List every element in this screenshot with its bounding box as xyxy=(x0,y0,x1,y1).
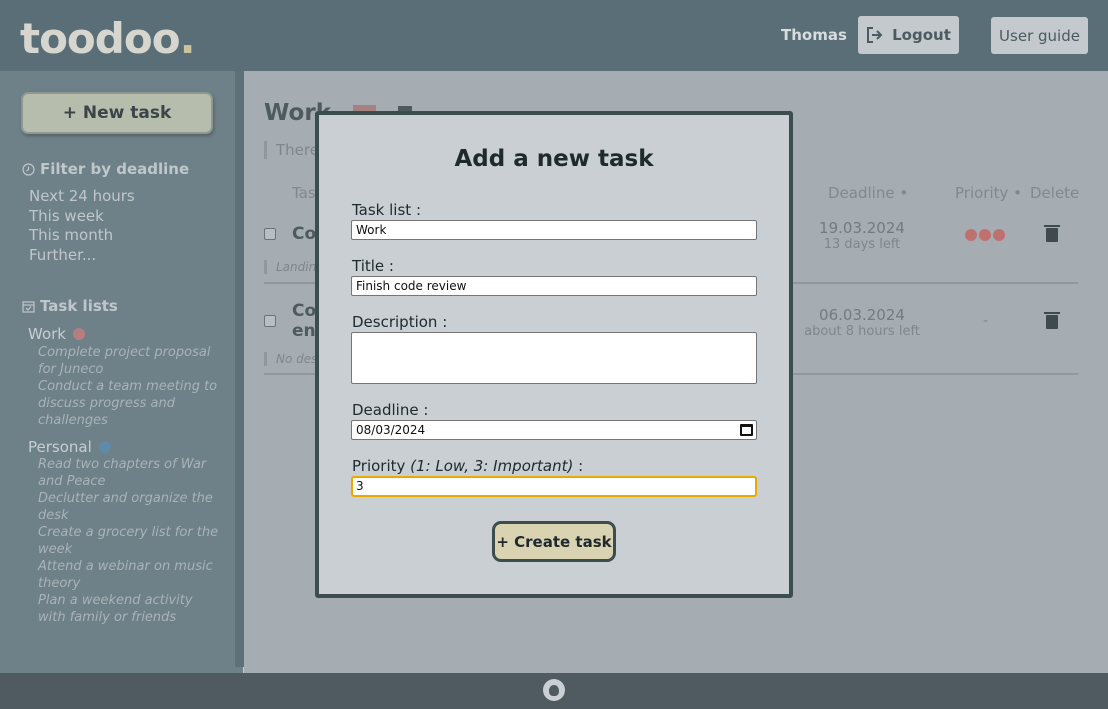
filter-this-week[interactable]: This week xyxy=(29,207,104,225)
task-checkbox[interactable] xyxy=(264,228,276,240)
filter-further[interactable]: Further... xyxy=(29,246,96,264)
delete-task-icon[interactable] xyxy=(1044,225,1060,242)
column-priority[interactable]: Priority • xyxy=(955,184,1022,202)
column-task: Tas xyxy=(292,184,316,202)
logo-dot: . xyxy=(179,14,196,63)
description-label: Description : xyxy=(352,313,448,331)
filter-heading: Filter by deadline xyxy=(22,160,189,178)
filter-next-24-hours[interactable]: Next 24 hours xyxy=(29,187,135,205)
filter-heading-label: Filter by deadline xyxy=(40,160,190,178)
list-description: There xyxy=(264,141,319,159)
task-deadline: 06.03.2024 xyxy=(819,306,905,324)
sidebar-task-item[interactable]: Plan a weekend activity with family or f… xyxy=(38,592,220,626)
calendar-icon[interactable] xyxy=(740,424,753,436)
task-lists-heading: Task lists xyxy=(22,297,118,315)
sidebar-task-item[interactable]: Attend a webinar on music theory xyxy=(38,558,220,592)
app-logo[interactable]: toodoo. xyxy=(20,14,196,64)
column-deadline[interactable]: Deadline • xyxy=(828,184,908,202)
priority-label-colon: : xyxy=(573,457,584,475)
task-checkbox[interactable] xyxy=(264,315,276,327)
delete-task-icon[interactable] xyxy=(1044,312,1060,329)
list-name-label: Work xyxy=(28,325,66,343)
column-delete: Delete xyxy=(1030,184,1080,202)
calendar-check-icon xyxy=(22,300,35,313)
deadline-label: Deadline : xyxy=(352,401,429,419)
priority-hint: (1: Low, 3: Important) xyxy=(410,457,574,475)
priority-dot xyxy=(993,229,1005,241)
title-label: Title : xyxy=(352,257,394,275)
sidebar-edge xyxy=(235,71,244,667)
priority-indicator xyxy=(965,229,1005,241)
task-time-left: 13 days left xyxy=(823,237,901,252)
clock-icon xyxy=(22,162,35,176)
list-color-dot xyxy=(72,328,85,340)
create-task-button[interactable]: + Create task xyxy=(492,521,616,562)
task-title[interactable]: Co xyxy=(292,302,316,321)
list-color-dot xyxy=(98,441,111,453)
sidebar-task-item[interactable]: Declutter and organize the desk xyxy=(38,490,220,524)
description-field[interactable] xyxy=(351,332,757,384)
list-name-label: Personal xyxy=(28,438,92,456)
task-lists-heading-label: Task lists xyxy=(40,297,118,315)
sidebar-task-item[interactable]: Create a grocery list for the week xyxy=(38,524,220,558)
priority-field[interactable]: 3 xyxy=(351,476,757,497)
priority-empty: - xyxy=(983,313,989,329)
sidebar-list-work[interactable]: Work xyxy=(28,325,85,343)
modal-title: Add a new task xyxy=(454,146,654,172)
logout-label: Logout xyxy=(892,26,951,44)
task-title-continued[interactable]: en xyxy=(292,322,316,341)
new-task-button[interactable]: + New task xyxy=(21,92,213,134)
logout-button[interactable]: Logout xyxy=(858,16,959,54)
deadline-field[interactable]: 08/03/2024 xyxy=(351,420,757,440)
sidebar-task-item[interactable]: Read two chapters of War and Peace xyxy=(38,456,220,490)
logo-text: toodoo xyxy=(20,14,181,63)
logout-icon xyxy=(867,27,883,43)
task-deadline: 19.03.2024 xyxy=(819,219,905,237)
title-field[interactable]: Finish code review xyxy=(351,276,757,296)
priority-label-text: Priority xyxy=(352,457,406,475)
task-time-left: about 8 hours left xyxy=(804,324,920,339)
task-title[interactable]: Co xyxy=(292,225,316,244)
priority-dot xyxy=(979,229,991,241)
task-list-field[interactable]: Work xyxy=(351,220,757,240)
user-name: Thomas xyxy=(781,26,847,44)
sidebar-task-item[interactable]: Conduct a team meeting to discuss progre… xyxy=(38,378,220,429)
user-guide-button[interactable]: User guide xyxy=(991,17,1088,54)
task-list-label: Task list : xyxy=(352,201,421,219)
priority-label: Priority (1: Low, 3: Important) : xyxy=(352,457,583,475)
sidebar-task-item[interactable]: Complete project proposal for Juneco xyxy=(38,344,220,378)
priority-dot xyxy=(965,229,977,241)
filter-this-month[interactable]: This month xyxy=(29,226,113,244)
sidebar-list-personal[interactable]: Personal xyxy=(28,438,111,456)
github-icon[interactable] xyxy=(543,679,565,701)
